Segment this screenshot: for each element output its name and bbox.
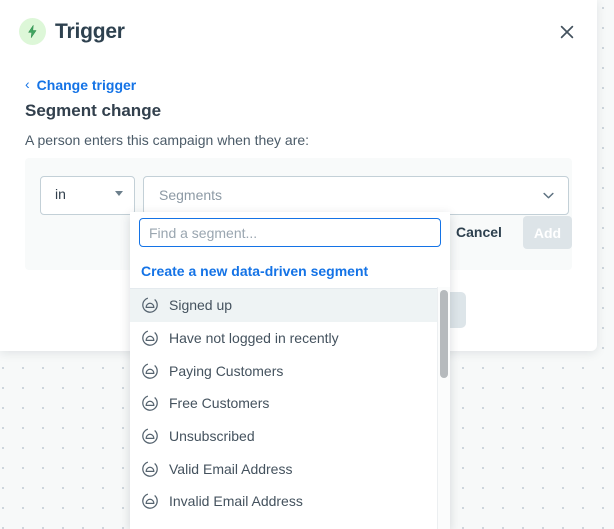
segment-circle-icon [141,492,159,510]
list-item[interactable]: Valid Email Address [130,452,450,486]
list-item[interactable]: Unsubscribed [130,419,450,453]
section-subtext: A person enters this campaign when they … [25,132,310,148]
dropdown-scrollbar-thumb[interactable] [440,290,448,378]
operator-select[interactable]: in [40,176,135,215]
segments-select[interactable]: Segments [143,176,569,215]
page-title: Trigger [55,20,125,43]
list-item[interactable]: Free Customers [130,387,450,420]
close-icon[interactable] [553,18,581,46]
list-item-label: Valid Email Address [169,460,293,477]
lightning-bolt-icon [19,18,46,45]
cancel-button[interactable]: Cancel [456,224,502,240]
segment-circle-icon [141,329,159,347]
list-item[interactable]: Signed up [130,289,450,322]
segment-options-list: Signed up Have not logged in recently Pa… [130,289,450,529]
operator-value: in [55,186,66,202]
list-item-label: Paying Customers [169,362,284,379]
list-item-label: Unsubscribed [169,428,255,445]
segment-search-input[interactable] [139,218,441,247]
list-item-label: Signed up [169,297,233,314]
segment-dropdown-popover: Create a new data-driven segment Signed … [130,212,450,529]
chevron-down-icon [541,188,556,208]
segment-circle-icon [141,427,159,445]
caret-down-icon [115,191,123,196]
change-trigger-label: Change trigger [36,77,137,93]
list-item[interactable]: Have not logged in recently [130,321,450,355]
chevron-left-icon: ‹ [25,76,30,92]
create-new-segment-link[interactable]: Create a new data-driven segment [130,255,450,287]
list-item-label: Free Customers [169,395,270,412]
list-item[interactable]: Invalid Email Address [130,485,450,518]
dropdown-scrollbar[interactable] [437,287,450,529]
segments-select-placeholder: Segments [159,187,223,203]
list-item-label: Invalid Email Address [169,493,303,510]
segment-circle-icon [141,362,159,380]
list-item[interactable]: Paying Customers [130,354,450,388]
change-trigger-link[interactable]: ‹ Change trigger [25,77,136,93]
section-heading: Segment change [25,101,162,120]
segment-search-wrapper [130,212,450,255]
segment-circle-icon [141,460,159,478]
list-item-label: Have not logged in recently [169,330,339,347]
panel-header: Trigger [0,0,597,64]
segment-circle-icon [141,394,159,412]
add-button[interactable]: Add [523,216,572,249]
segment-circle-icon [141,296,159,314]
